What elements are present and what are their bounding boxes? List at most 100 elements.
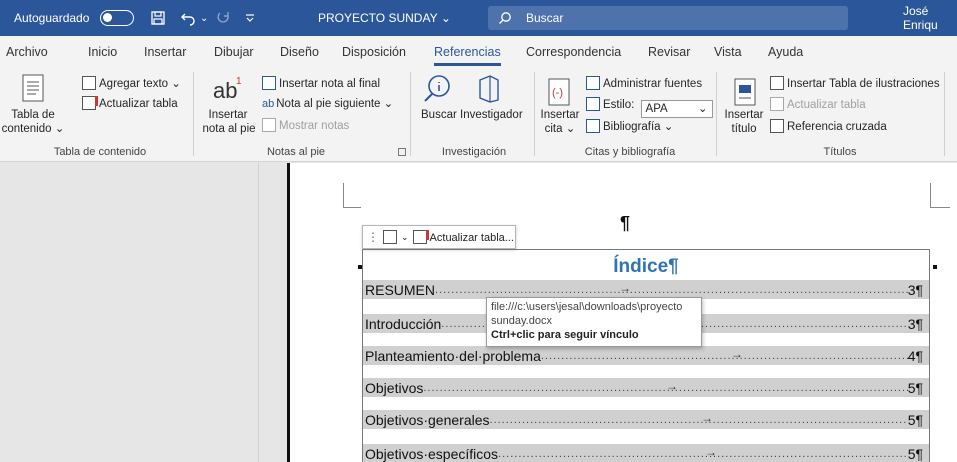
group-label-research: Investigación bbox=[441, 146, 507, 158]
tab-arrow-icon: → bbox=[619, 281, 631, 295]
toc-entry-objetivos-especificos[interactable]: Objetivos·específicos...................… bbox=[363, 444, 929, 462]
tab-ayuda[interactable]: Ayuda bbox=[768, 45, 803, 59]
update-table-field-button[interactable]: Actualizar tabla... bbox=[412, 230, 514, 244]
style-dropdown[interactable]: APA ⌄ bbox=[640, 100, 713, 118]
insert-footnote-label-2: nota al pie bbox=[202, 123, 256, 135]
tab-dibujar[interactable]: Dibujar bbox=[214, 45, 254, 59]
separator bbox=[410, 72, 411, 156]
style-selector[interactable]: Estilo: APA ⌄ bbox=[586, 97, 713, 118]
tab-arrow-icon: → bbox=[701, 411, 713, 425]
show-notes-icon bbox=[262, 118, 276, 132]
tab-archivo[interactable]: Archivo bbox=[6, 45, 48, 59]
table-of-contents[interactable]: Índice¶ RESUMEN.........................… bbox=[362, 249, 930, 462]
separator bbox=[534, 72, 535, 156]
drag-handle-icon[interactable]: ⋮ bbox=[367, 230, 379, 244]
navigation-pane bbox=[0, 163, 258, 462]
update-toc-button[interactable]: Actualizar tabla bbox=[82, 96, 178, 111]
update-figures-table-button[interactable]: Actualizar tabla bbox=[770, 97, 866, 112]
chevron-down-icon[interactable]: ⌄ bbox=[401, 232, 409, 243]
tab-disposicion[interactable]: Disposición bbox=[342, 45, 406, 59]
tab-arrow-icon: → bbox=[731, 347, 743, 361]
document-page[interactable]: ¶ ⋮ ⌄ Actualizar tabla... Índice¶ RESUME… bbox=[290, 163, 957, 462]
toc-field-toolbar[interactable]: ⋮ ⌄ Actualizar tabla... bbox=[362, 225, 516, 249]
toc-entry-objetivos-generales[interactable]: Objetivos·generales.....................… bbox=[363, 410, 929, 429]
undo-icon[interactable] bbox=[180, 0, 198, 36]
insert-citation-label-1: Insertar bbox=[540, 109, 580, 121]
separator bbox=[193, 72, 194, 156]
insert-caption-label-1: Insertar bbox=[724, 109, 764, 121]
user-name[interactable]: José Enriqu bbox=[903, 0, 957, 36]
tooltip-hint: Ctrl+clic para seguir vínculo bbox=[491, 329, 639, 341]
toc-label-2: contenido ⌄ bbox=[1, 123, 65, 135]
show-notes-button[interactable]: Mostrar notas bbox=[262, 118, 349, 133]
tab-arrow-icon: → bbox=[666, 379, 678, 393]
researcher-label: Investigador bbox=[460, 109, 523, 121]
autosave-label: Autoguardado bbox=[14, 11, 90, 25]
footnote-ab-icon: ab1 bbox=[213, 76, 242, 102]
group-label-footnotes: Notas al pie bbox=[266, 146, 326, 158]
crop-mark bbox=[343, 183, 344, 207]
next-footnote-icon: ab bbox=[262, 98, 275, 110]
insert-footnote-label-1: Insertar bbox=[208, 109, 248, 121]
add-text-button[interactable]: Agregar texto ⌄ bbox=[82, 76, 181, 91]
undo-dropdown-icon[interactable]: ⌄ bbox=[200, 0, 208, 36]
redo-icon[interactable] bbox=[216, 0, 232, 36]
ribbon-tabs: Archivo Inicio Insertar Dibujar Diseño D… bbox=[0, 36, 957, 66]
toc-entry-objetivos[interactable]: Objetivos...............................… bbox=[363, 378, 929, 397]
tab-diseno[interactable]: Diseño bbox=[280, 45, 319, 59]
toc-title: Índice¶ bbox=[613, 256, 679, 277]
smart-lookup-icon bbox=[424, 75, 450, 102]
toc-label-1: Tabla de bbox=[11, 109, 55, 121]
footnotes-dialog-launcher-icon[interactable] bbox=[398, 148, 406, 156]
table-of-contents-icon bbox=[22, 74, 44, 102]
style-label: Estilo: bbox=[603, 99, 635, 111]
tooltip-path-line1: file:///c:\users\jesal\downloads\proyect… bbox=[491, 301, 683, 313]
style-icon bbox=[586, 97, 600, 111]
cross-reference-icon bbox=[770, 119, 784, 133]
insert-caption-icon bbox=[734, 78, 756, 106]
tab-insertar[interactable]: Insertar bbox=[144, 45, 186, 59]
insert-figures-table-button[interactable]: Insertar Tabla de ilustraciones bbox=[770, 76, 940, 91]
toc-menu-icon[interactable] bbox=[383, 230, 397, 244]
tab-vista[interactable]: Vista bbox=[714, 45, 742, 59]
update-table-icon bbox=[412, 230, 429, 244]
search-icon bbox=[499, 12, 511, 24]
title-bar: Autoguardado ⌄ PROYECTO SUNDAY ⌄ Buscar … bbox=[0, 0, 957, 36]
save-icon[interactable] bbox=[150, 0, 166, 36]
insert-endnote-button[interactable]: Insertar nota al final bbox=[262, 76, 380, 91]
crop-mark bbox=[930, 207, 950, 208]
svg-text:(-): (-) bbox=[552, 87, 563, 99]
insert-caption-label-2: título bbox=[731, 123, 757, 135]
add-text-icon bbox=[82, 76, 96, 90]
group-label-toc: Tabla de contenido bbox=[53, 146, 147, 158]
next-footnote-button[interactable]: ab Nota al pie siguiente ⌄ bbox=[262, 97, 393, 111]
tab-referencias[interactable]: Referencias bbox=[434, 45, 501, 66]
document-title[interactable]: PROYECTO SUNDAY ⌄ bbox=[318, 0, 451, 36]
crop-mark bbox=[343, 207, 361, 208]
search-box[interactable]: Buscar bbox=[488, 6, 848, 30]
tab-correspondencia[interactable]: Correspondencia bbox=[526, 45, 621, 59]
ribbon: Tabla de contenido ⌄ Agregar texto ⌄ Act… bbox=[0, 66, 957, 162]
autosave-toggle[interactable] bbox=[100, 0, 134, 36]
paragraph-mark: ¶ bbox=[620, 213, 631, 233]
tooltip-path-line2: sunday.docx bbox=[491, 315, 552, 327]
tab-revisar[interactable]: Revisar bbox=[648, 45, 690, 59]
crop-mark bbox=[930, 183, 931, 207]
insert-endnote-icon bbox=[262, 76, 276, 90]
pane-divider bbox=[258, 163, 259, 462]
group-label-citations: Citas y bibliografía bbox=[584, 146, 676, 158]
tab-arrow-icon: → bbox=[705, 445, 717, 459]
toc-entry-planteamiento[interactable]: Planteamiento·del·problema..............… bbox=[363, 346, 929, 365]
update-table-icon bbox=[82, 96, 98, 110]
customize-toolbar-icon[interactable] bbox=[244, 0, 256, 36]
bibliography-button[interactable]: Bibliografía ⌄ bbox=[586, 119, 673, 134]
tab-inicio[interactable]: Inicio bbox=[88, 45, 117, 59]
anchor-mark bbox=[933, 265, 937, 269]
svg-text:1: 1 bbox=[236, 76, 242, 87]
insert-citation-icon: (-) bbox=[548, 78, 570, 106]
cross-reference-button[interactable]: Referencia cruzada bbox=[770, 119, 887, 134]
manage-sources-icon bbox=[586, 76, 600, 90]
manage-sources-button[interactable]: Administrar fuentes bbox=[586, 76, 702, 91]
separator bbox=[716, 72, 717, 156]
researcher-icon bbox=[479, 75, 499, 103]
